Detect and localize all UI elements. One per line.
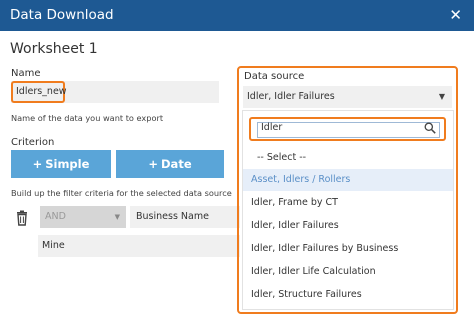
plus-icon: +: [148, 157, 159, 171]
simple-criteria-button[interactable]: + Simple Criteria: [11, 150, 111, 199]
dialog-titlebar: Data Download ✕: [0, 0, 474, 31]
name-label: Name: [11, 68, 41, 79]
operator-value: AND: [45, 211, 66, 222]
criterion-field[interactable]: Business Name: [130, 206, 240, 228]
criterion-value-input[interactable]: Mine: [38, 235, 240, 257]
data-source-select[interactable]: Idler, Idler Failures ▼: [243, 86, 452, 108]
dropdown-placeholder-option[interactable]: -- Select --: [257, 147, 377, 169]
name-hint: Name of the data you want to export: [11, 113, 164, 123]
dialog-title: Data Download: [10, 7, 114, 23]
plus-icon: +: [32, 157, 43, 171]
dropdown-search[interactable]: Idler: [249, 117, 446, 141]
trash-icon[interactable]: [14, 210, 30, 226]
search-input[interactable]: [257, 122, 440, 138]
dropdown-option[interactable]: Idler, Idler Life Calculation: [243, 261, 453, 283]
name-input-value[interactable]: Idlers_new: [11, 81, 67, 103]
criterion-label: Criterion: [11, 137, 55, 148]
dropdown-option[interactable]: Asset, Idlers / Rollers: [243, 169, 453, 191]
chevron-down-icon: ▼: [114, 213, 120, 221]
data-source-dropdown: Idler -- Select -- Asset, Idlers / Rolle…: [242, 110, 454, 310]
close-icon[interactable]: ✕: [449, 6, 462, 24]
name-input[interactable]: Idlers_new: [11, 81, 219, 103]
operator-select[interactable]: AND ▼: [40, 206, 126, 228]
data-source-label: Data source: [244, 71, 305, 82]
date-calculation-button[interactable]: + Date Calculation: [116, 150, 224, 199]
dropdown-option[interactable]: Idler, Idler Failures by Business: [243, 238, 453, 260]
search-icon[interactable]: [424, 122, 436, 134]
dropdown-option[interactable]: Idler, Idler Failures: [243, 215, 453, 237]
caret-down-icon: ▼: [438, 92, 445, 101]
dropdown-option[interactable]: Idler, Structure Failures: [243, 284, 453, 306]
search-input-value: Idler: [261, 122, 283, 133]
worksheet-title: Worksheet 1: [10, 41, 98, 57]
data-source-panel: Data source Idler, Idler Failures ▼ Idle…: [237, 66, 458, 314]
criterion-hint: Build up the filter criteria for the sel…: [11, 188, 232, 198]
dropdown-option[interactable]: Idler, Frame by CT: [243, 192, 453, 214]
data-source-selected: Idler, Idler Failures: [247, 91, 335, 102]
